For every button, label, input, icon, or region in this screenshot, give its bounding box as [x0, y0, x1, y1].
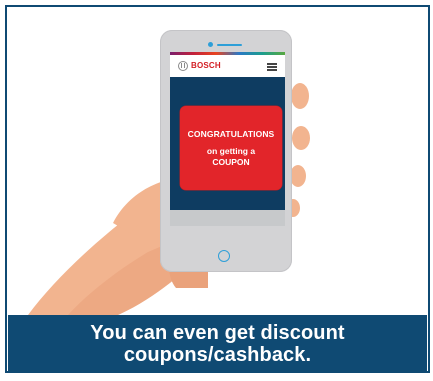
hamburger-menu-icon[interactable]	[267, 63, 277, 71]
coupon-subtitle: on getting a	[206, 145, 256, 156]
caption-line-1: You can even get discount	[90, 322, 345, 344]
bosch-logo-icon	[178, 61, 188, 71]
coupon-congratulations: CONGRATULATIONS	[187, 128, 275, 139]
illustration-frame: BOSCH CONGRATULATIONS on getting a COUPO…	[0, 0, 433, 381]
caption-line-2: coupons/cashback.	[123, 344, 312, 366]
coupon-label: COUPON	[212, 156, 250, 167]
speaker-grille	[217, 44, 242, 46]
screen-footer	[170, 210, 285, 226]
caption-banner: You can even get discount coupons/cashba…	[8, 315, 427, 373]
camera-dot	[208, 42, 213, 47]
brand-name: BOSCH	[191, 61, 221, 70]
coupon-card[interactable]: CONGRATULATIONS on getting a COUPON	[180, 106, 282, 190]
app-header: BOSCH	[170, 55, 285, 77]
home-button[interactable]	[218, 250, 230, 262]
